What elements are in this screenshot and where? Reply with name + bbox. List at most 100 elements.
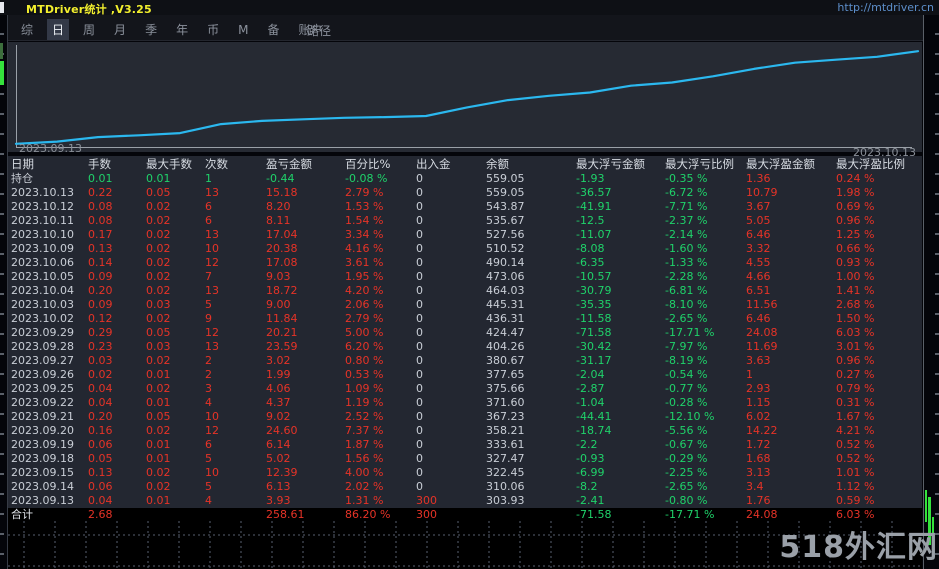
table-row[interactable]: 2023.10.06 0.14 0.02 12 17.08 3.61 % 0 490.14 -6… [8,256,922,270]
cell: 2.02 % [345,480,384,493]
cell: 0.05 [146,186,171,199]
table-row[interactable]: 2023.10.09 0.13 0.02 10 20.38 4.16 % 0 510.52 -8… [8,242,922,256]
table-row[interactable]: 2023.09.27 0.03 0.02 2 3.02 0.80 % 0 380.67 -31.… [8,354,922,368]
table-row[interactable]: 2023.10.13 0.22 0.05 13 15.18 2.79 % 0 559.05 -3… [8,186,922,200]
cell: 2023.09.27 [11,354,74,367]
table-row[interactable]: 2023.09.19 0.06 0.01 6 6.14 1.87 % 0 333.61 -2.2… [8,438,922,452]
cell: 4.66 [746,270,771,283]
cell: 0 [416,452,423,465]
table-row[interactable]: 2023.09.20 0.16 0.02 12 24.60 7.37 % 0 358.21 -1… [8,424,922,438]
cell: 0.02 [146,382,171,395]
cell: 9.02 [266,410,291,423]
cell: 0 [416,466,423,479]
cell: 0.22 [88,186,113,199]
table-row[interactable]: 2023.09.28 0.23 0.03 13 23.59 6.20 % 0 404.26 -3… [8,340,922,354]
cell: 0.01 [146,494,171,507]
cell: 0 [416,424,423,437]
tab-季[interactable]: 季 [140,19,162,40]
col-header: 最大浮亏金额 [576,157,645,171]
table-row[interactable]: 2023.09.14 0.06 0.02 5 6.13 2.02 % 0 310.06 -8.2… [8,480,922,494]
cell: 2.68 [88,508,113,521]
tab-月[interactable]: 月 [109,19,131,40]
table-row[interactable]: 2023.10.03 0.09 0.03 5 9.00 2.06 % 0 445.31 -35.… [8,298,922,312]
cell: 12 [205,326,219,339]
tab-综[interactable]: 综 [16,19,38,40]
tab-日[interactable]: 日 [47,19,70,40]
tab-周[interactable]: 周 [78,19,100,40]
cell: 0.31 % [836,396,875,409]
cell: 0 [416,284,423,297]
table-row[interactable]: 2023.10.02 0.12 0.02 9 11.84 2.79 % 0 436.31 -11… [8,312,922,326]
cell: 6.46 [746,312,771,325]
table-row[interactable]: 2023.10.12 0.08 0.02 6 8.20 1.53 % 0 543.87 -41.… [8,200,922,214]
table-row[interactable]: 2023.09.13 0.04 0.01 4 3.93 1.31 % 300 303.93 -2… [8,494,922,508]
cell: 543.87 [486,200,525,213]
cell: -17.71 % [665,326,715,339]
app-window: MTDriver统计 ,V3.25 http://mtdriver.cn 综日周… [0,0,939,569]
cell: 559.05 [486,172,525,185]
right-gutter-ruler[interactable] [923,15,939,569]
cell: 3.93 [266,494,291,507]
cell: -2.65 % [665,480,708,493]
cell: 0.20 [88,284,113,297]
table-row[interactable]: 2023.09.26 0.02 0.01 2 1.99 0.53 % 0 377.65 -2.0… [8,368,922,382]
cell: 1.36 [746,172,771,185]
table-row[interactable]: 2023.09.22 0.04 0.01 4 4.37 1.19 % 0 371.60 -1.0… [8,396,922,410]
cell: 2023.09.21 [11,410,74,423]
cell: -6.99 [576,466,605,479]
table-row[interactable]: 2023.10.11 0.08 0.02 6 8.11 1.54 % 0 535.67 -12.… [8,214,922,228]
cell: -12.5 [576,214,605,227]
cell: 10 [205,242,219,255]
cell: 0 [416,256,423,269]
cell: 0 [416,214,423,227]
col-header: 最大浮盈金额 [746,157,815,171]
cell: 2023.10.04 [11,284,74,297]
total-row[interactable]: 合计 2.68 258.61 86.20 % 300 -71.58 -17.71 % 24.0… [8,508,922,522]
table-row[interactable]: 2023.09.18 0.05 0.01 5 5.02 1.56 % 0 327.47 -0.9… [8,452,922,466]
table-row[interactable]: 2023.10.05 0.09 0.02 7 9.03 1.95 % 0 473.06 -10.… [8,270,922,284]
cell: 0.23 [88,340,113,353]
col-header: 百分比% [345,157,391,171]
menu-item-path[interactable]: 路径 [307,22,331,39]
cell: 9.03 [266,270,291,283]
table-row[interactable]: 2023.09.21 0.20 0.05 10 9.02 2.52 % 0 367.23 -44… [8,410,922,424]
cell: 3 [205,382,212,395]
tab-M[interactable]: M [233,21,253,39]
cell: -1.04 [576,396,605,409]
tab-币[interactable]: 币 [202,19,224,40]
cell: 11.56 [746,298,778,311]
cell: 持仓 [11,172,33,185]
table-row[interactable]: 2023.09.29 0.29 0.05 12 20.21 5.00 % 0 424.47 -7… [8,326,922,340]
cell: 1.09 % [345,382,384,395]
cell: -0.08 % [345,172,388,185]
cell: 1.15 [746,396,771,409]
table-row[interactable]: 2023.10.04 0.20 0.02 13 18.72 4.20 % 0 464.03 -3… [8,284,922,298]
cell: 3.02 [266,354,291,367]
cell [486,508,576,522]
table-row[interactable]: 2023.09.15 0.13 0.02 10 12.39 4.00 % 0 322.45 -6… [8,466,922,480]
cell: 0.09 [88,298,113,311]
vendor-url-link[interactable]: http://mtdriver.cn [837,1,934,14]
cell: 0.09 [88,270,113,283]
tab-备[interactable]: 备 [262,19,284,40]
cell: 6.13 [266,480,291,493]
open-position-row[interactable]: 持仓 0.01 0.01 1 -0.44 -0.08 % 0 559.05 -1.93 -0.35… [8,172,922,186]
table-row[interactable]: 2023.10.10 0.17 0.02 13 17.04 3.34 % 0 527.56 -1… [8,228,922,242]
cell: 0.02 [146,200,171,213]
cell: -41.91 [576,200,612,213]
cell: -0.54 % [665,368,708,381]
cell: 0.13 [88,466,113,479]
table-row[interactable]: 2023.09.25 0.04 0.02 3 4.06 1.09 % 0 375.66 -2.8… [8,382,922,396]
cell: 2.79 % [345,186,384,199]
right-tick-marks [935,15,939,569]
cell: 310.06 [486,480,525,493]
cell: 0.79 % [836,382,875,395]
cell: 10 [205,466,219,479]
cell: 1.99 [266,368,291,381]
cell: -1.93 [576,172,605,185]
tab-年[interactable]: 年 [171,19,193,40]
cell: 0.93 % [836,256,875,269]
cell: 436.31 [486,312,525,325]
cell: 527.56 [486,228,525,241]
cell: 3.4 [746,480,764,493]
